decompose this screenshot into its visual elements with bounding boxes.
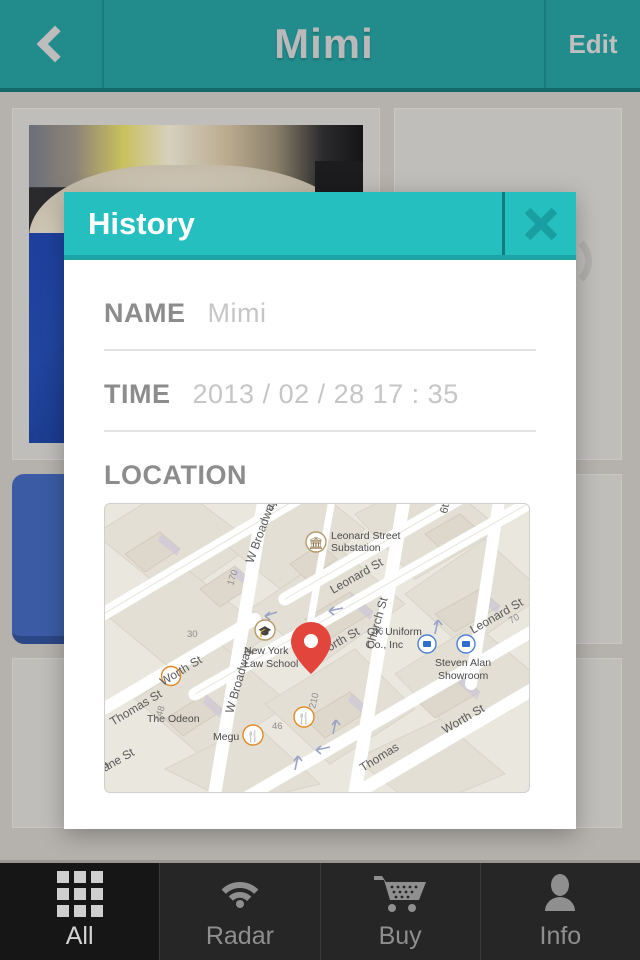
svg-text:Leonard Street: Leonard Street — [331, 530, 401, 542]
navigation-bar: Mimi Edit — [0, 0, 640, 92]
svg-text:Megu: Megu — [213, 731, 239, 743]
tab-info[interactable]: Info — [481, 863, 640, 960]
tab-label: Info — [539, 922, 582, 950]
tab-radar[interactable]: Radar — [160, 863, 321, 960]
svg-text:Steven Alan: Steven Alan — [435, 657, 491, 669]
person-icon — [538, 872, 582, 916]
svg-text:66: 66 — [373, 626, 384, 637]
tab-label: Radar — [205, 922, 274, 950]
cart-icon — [372, 872, 428, 916]
field-label: TIME — [104, 379, 171, 409]
svg-text:🍴: 🍴 — [297, 712, 311, 725]
map-canvas: 🏛 🎓 🍴 🍴 Leonard Street Substation New Yo… — [105, 504, 529, 792]
page-title: Mimi — [274, 20, 374, 67]
tab-label: Buy — [378, 922, 422, 950]
modal-body: NAME Mimi TIME 2013 / 02 / 28 17 : 35 LO… — [64, 260, 576, 829]
close-button[interactable] — [502, 192, 576, 255]
tab-bar: All Radar Buy Info — [0, 860, 640, 960]
wifi-icon — [215, 872, 265, 916]
close-x-icon — [524, 207, 558, 241]
app-root: Mimi Edit m — [0, 0, 640, 960]
tab-label: All — [65, 922, 94, 950]
modal-title: History — [88, 205, 195, 241]
grid-icon — [56, 871, 103, 917]
field-value: 2013 / 02 / 28 17 : 35 — [192, 379, 459, 409]
field-value: Mimi — [207, 298, 267, 328]
svg-text:Substation: Substation — [331, 542, 381, 554]
back-button[interactable] — [0, 0, 104, 88]
field-label: NAME — [104, 298, 186, 328]
svg-text:Showroom: Showroom — [438, 670, 488, 682]
field-time: TIME 2013 / 02 / 28 17 : 35 — [104, 351, 536, 432]
svg-text:🍴: 🍴 — [246, 730, 260, 743]
svg-text:Law School: Law School — [244, 658, 298, 670]
svg-text:🏛: 🏛 — [308, 536, 323, 550]
svg-text:30: 30 — [187, 629, 198, 640]
svg-text:46: 46 — [272, 721, 283, 732]
svg-text:🎓: 🎓 — [258, 626, 272, 638]
chevron-left-icon — [36, 25, 74, 63]
edit-button[interactable]: Edit — [544, 0, 640, 88]
field-label: LOCATION — [104, 460, 247, 490]
location-map[interactable]: 🏛 🎓 🍴 🍴 Leonard Street Substation New Yo… — [104, 503, 530, 793]
history-modal: History NAME Mimi TIME 2013 / 02 / 28 17… — [64, 192, 576, 829]
modal-header: History — [64, 192, 576, 260]
field-location: LOCATION — [104, 432, 536, 499]
field-name: NAME Mimi — [104, 270, 536, 351]
tab-buy[interactable]: Buy — [321, 863, 481, 960]
tab-all[interactable]: All — [0, 863, 161, 960]
